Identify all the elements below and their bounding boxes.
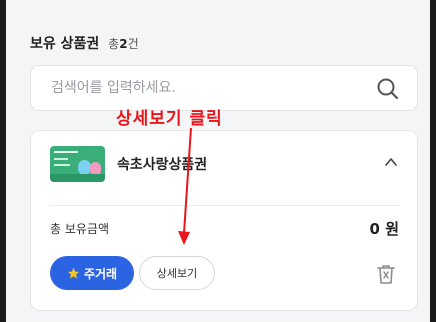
search-input[interactable] — [43, 74, 379, 102]
primary-trade-label: 주거래 — [83, 266, 118, 281]
divider — [50, 205, 400, 206]
primary-trade-button[interactable]: 주거래 — [50, 256, 134, 290]
thumbnail-text-line — [54, 158, 68, 160]
voucher-name: 속초사랑상품권 — [117, 157, 208, 173]
section-header: 보유 상품권 총2건 — [30, 33, 139, 53]
item-count: 총2건 — [108, 37, 138, 51]
count-number: 2 — [119, 37, 128, 51]
total-balance-label: 총 보유금액 — [50, 222, 110, 236]
total-balance-value: 0 원 — [369, 220, 399, 238]
left-frame-edge — [0, 0, 6, 322]
chevron-up-icon[interactable] — [384, 155, 398, 169]
thumbnail-band — [50, 174, 105, 182]
thumbnail-text-line — [54, 151, 78, 153]
right-frame-edge — [430, 0, 436, 322]
voucher-thumbnail — [50, 146, 105, 182]
search-icon[interactable] — [375, 76, 401, 102]
voucher-card: 속초사랑상품권 총 보유금액 0 원 주거래 상세보기 — [30, 130, 418, 311]
thumbnail-text-line — [54, 164, 70, 166]
section-title: 보유 상품권 — [30, 36, 100, 52]
detail-view-button[interactable]: 상세보기 — [139, 256, 215, 290]
annotation-label: 상세보기 클릭 — [116, 109, 223, 129]
count-prefix: 총 — [108, 37, 120, 51]
trash-icon[interactable] — [376, 263, 396, 285]
search-box — [30, 65, 418, 111]
star-icon — [67, 267, 80, 279]
count-suffix: 건 — [127, 37, 139, 51]
detail-view-label: 상세보기 — [156, 267, 198, 280]
